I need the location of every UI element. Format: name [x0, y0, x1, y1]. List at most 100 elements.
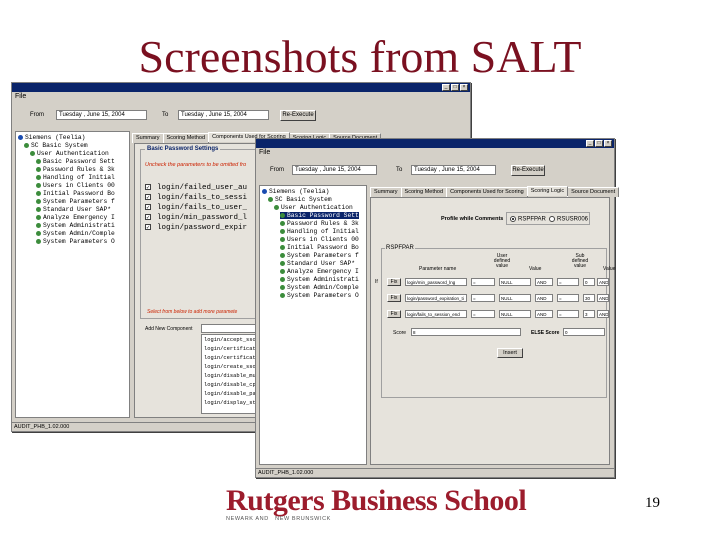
- param-name-field[interactable]: login/min_password_lng: [405, 278, 467, 286]
- operator-select[interactable]: =: [471, 310, 495, 318]
- to-label: To: [396, 167, 403, 173]
- tree-node[interactable]: System Parameters f: [280, 252, 359, 259]
- radio-rsusr006[interactable]: RSUSR006: [549, 216, 588, 223]
- component-list[interactable]: login/accept_sso2_ login/certificate_r l…: [201, 334, 265, 414]
- score-field[interactable]: 8: [411, 328, 521, 336]
- tab-scoring-method[interactable]: Scoring Method: [162, 133, 210, 143]
- tree-node[interactable]: Analyze Emergency I: [280, 268, 359, 275]
- re-execute-button[interactable]: Re-Execute: [280, 110, 316, 121]
- logo-text: Rutgers Business School: [226, 484, 527, 517]
- operator-select[interactable]: =: [471, 278, 495, 286]
- operator-select-2[interactable]: =: [557, 294, 579, 302]
- value-field[interactable]: NULL: [499, 278, 531, 286]
- tab-scoring-method[interactable]: Scoring Method: [400, 187, 448, 197]
- page-number: 19: [645, 495, 660, 511]
- minimize-button[interactable]: _: [586, 140, 594, 147]
- rutgers-logo: Rutgers Business School NEWARK AND NEW B…: [226, 484, 527, 522]
- list-item[interactable]: login/disable_pass: [204, 391, 262, 397]
- tree-node[interactable]: Initial Password Bo: [36, 190, 115, 197]
- profile-radio-group: RSPFPAR RSUSR006: [506, 212, 590, 225]
- param-name-field[interactable]: login/fails_to_session_end: [405, 310, 467, 318]
- list-item[interactable]: login/disable_mult: [204, 373, 262, 379]
- close-button[interactable]: ×: [604, 140, 612, 147]
- tree-node[interactable]: Siemens (Teelia): [18, 134, 85, 141]
- param-checkbox-row[interactable]: ✓ login/fails_to_sessi: [145, 194, 247, 202]
- tree-node[interactable]: SC Basic System: [268, 196, 332, 203]
- add-component-field[interactable]: [201, 324, 261, 333]
- param-checkbox-row[interactable]: ✓ login/min_password_l: [145, 214, 247, 222]
- param-checkbox-row[interactable]: ✓ login/failed_user_au: [145, 184, 247, 192]
- minimize-button[interactable]: _: [442, 84, 450, 91]
- tree-node[interactable]: System Parameters O: [280, 292, 359, 299]
- value-field[interactable]: NULL: [499, 310, 531, 318]
- operator-select-2[interactable]: =: [557, 278, 579, 286]
- select-hint: Select from below to add more paramete: [147, 309, 238, 315]
- param-name-field[interactable]: login/password_expiration_ti: [405, 294, 467, 302]
- tree-node[interactable]: Initial Password Bo: [280, 244, 359, 251]
- else-score-field[interactable]: 0: [563, 328, 605, 336]
- tree-node[interactable]: User Authentication: [274, 204, 353, 211]
- tab-scoring-logic[interactable]: Scoring Logic: [526, 186, 569, 196]
- logic-select-2[interactable]: AND: [597, 310, 609, 318]
- tree-node[interactable]: Password Rules & 3k: [280, 220, 359, 227]
- to-date-field[interactable]: Tuesday , June 15, 2004: [411, 165, 496, 175]
- tree-node[interactable]: System Parameters f: [36, 198, 115, 205]
- tree-node[interactable]: Handling of Initial: [36, 174, 115, 181]
- logic-select-2[interactable]: AND: [597, 294, 609, 302]
- tree-node[interactable]: Siemens (Teelia): [262, 188, 329, 195]
- param-checkbox-row[interactable]: ✓ login/password_expir: [145, 224, 247, 232]
- tree-node[interactable]: Analyze Emergency I: [36, 214, 115, 221]
- menu-file[interactable]: File: [15, 93, 26, 100]
- value-field-2[interactable]: 30: [583, 294, 595, 302]
- maximize-button[interactable]: □: [451, 84, 459, 91]
- window-titlebar: _ □ ×: [12, 83, 470, 92]
- tree-node[interactable]: Handling of Initial: [280, 228, 359, 235]
- logic-select[interactable]: AND: [535, 294, 553, 302]
- tree-node[interactable]: SC Basic System: [24, 142, 88, 149]
- value-field[interactable]: NULL: [499, 294, 531, 302]
- fix-button[interactable]: Fix: [387, 278, 401, 286]
- tree-node[interactable]: System Administrati: [280, 276, 359, 283]
- from-date-field[interactable]: Tuesday , June 15, 2004: [292, 165, 377, 175]
- tree-node[interactable]: Users in Clients 00: [36, 182, 115, 189]
- tab-summary[interactable]: Summary: [370, 187, 402, 197]
- header-user-defined: User defined value: [493, 253, 511, 269]
- list-item[interactable]: login/accept_sso2_: [204, 337, 262, 343]
- rspfpar-group-box: [381, 248, 607, 398]
- value-field-2[interactable]: 3: [583, 310, 595, 318]
- profile-label: Profile while Comments: [441, 216, 504, 222]
- operator-select[interactable]: =: [471, 294, 495, 302]
- insert-button[interactable]: Insert: [497, 348, 523, 358]
- fix-button[interactable]: Fix: [387, 294, 401, 302]
- to-date-field[interactable]: Tuesday , June 15, 2004: [178, 110, 269, 120]
- list-item[interactable]: login/disable_cpic: [204, 382, 262, 388]
- logic-select[interactable]: AND: [535, 310, 553, 318]
- tree-node[interactable]: User Authentication: [30, 150, 109, 157]
- close-button[interactable]: ×: [460, 84, 468, 91]
- maximize-button[interactable]: □: [595, 140, 603, 147]
- tree-node[interactable]: Users in Clients 00: [280, 236, 359, 243]
- menu-file[interactable]: File: [259, 149, 270, 156]
- tree-node[interactable]: Password Rules & 3k: [36, 166, 115, 173]
- fix-button[interactable]: Fix: [387, 310, 401, 318]
- tree-node[interactable]: System Administrati: [36, 222, 115, 229]
- re-execute-button[interactable]: Re-Execute: [511, 165, 545, 176]
- value-field-2[interactable]: 0: [583, 278, 595, 286]
- from-date-field[interactable]: Tuesday , June 15, 2004: [56, 110, 147, 120]
- tree-node[interactable]: System Admin/Comple: [280, 284, 359, 291]
- operator-select-2[interactable]: =: [557, 310, 579, 318]
- tree-node[interactable]: System Parameters O: [36, 238, 115, 245]
- param-checkbox-row[interactable]: ✓ login/fails_to_user_: [145, 204, 247, 212]
- radio-rspfpar[interactable]: RSPFPAR: [510, 216, 546, 223]
- tree-node[interactable]: Standard User SAP*: [280, 260, 355, 267]
- tab-components[interactable]: Components Used for Scoring: [446, 187, 528, 197]
- logic-select-2[interactable]: AND: [597, 278, 609, 286]
- list-item[interactable]: login/create_sso2_: [204, 364, 262, 370]
- tab-source-document[interactable]: Source Document: [567, 187, 620, 197]
- tree-node[interactable]: Standard User SAP*: [36, 206, 111, 213]
- tree-node[interactable]: System Admin/Comple: [36, 230, 115, 237]
- tree-node-selected[interactable]: Basic Password Sett: [280, 212, 359, 219]
- tree-node[interactable]: Basic Password Sett: [36, 158, 115, 165]
- logic-select[interactable]: AND: [535, 278, 553, 286]
- tab-summary[interactable]: Summary: [132, 133, 164, 143]
